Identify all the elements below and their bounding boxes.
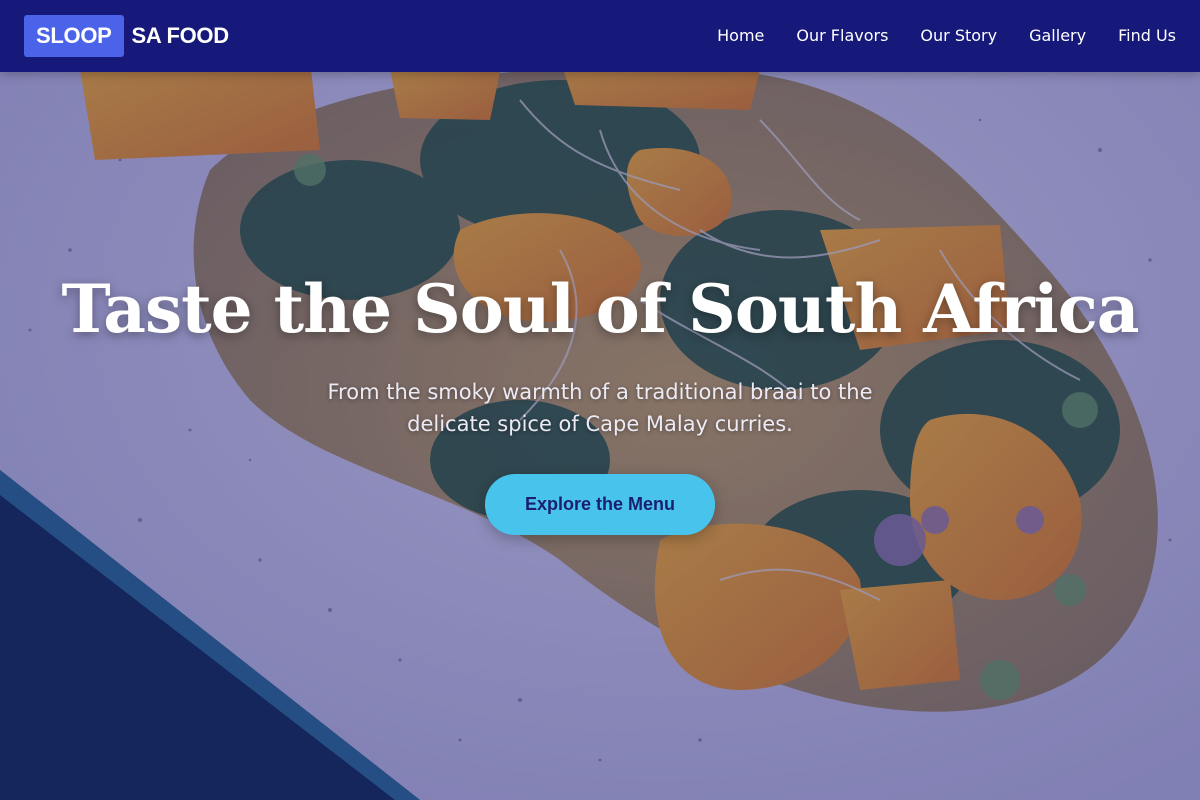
hero-title: Taste the Soul of South Africa (61, 270, 1139, 348)
nav-item-find-us: Find Us (1118, 26, 1176, 46)
nav-link-gallery[interactable]: Gallery (1029, 26, 1086, 45)
hero-subtitle: From the smoky warmth of a traditional b… (327, 380, 873, 436)
brand-badge: SLOOP (24, 15, 124, 57)
nav-item-home: Home (717, 26, 764, 46)
nav-link-our-story[interactable]: Our Story (920, 26, 997, 45)
brand-text: SA FOOD (131, 23, 230, 48)
nav-link-find-us[interactable]: Find Us (1118, 26, 1176, 45)
nav-item-our-story: Our Story (920, 26, 997, 46)
brand-logo[interactable]: SLOOP SA FOOD (24, 15, 229, 57)
nav-links: Home Our Flavors Our Story Gallery Find … (717, 26, 1176, 46)
nav-item-gallery: Gallery (1029, 26, 1086, 46)
top-navbar: SLOOP SA FOOD Home Our Flavors Our Story… (0, 0, 1200, 72)
explore-menu-button[interactable]: Explore the Menu (484, 474, 716, 535)
nav-link-our-flavors[interactable]: Our Flavors (796, 26, 888, 45)
nav-item-our-flavors: Our Flavors (796, 26, 888, 46)
hero-content: Taste the Soul of South Africa From the … (0, 270, 1200, 535)
nav-link-home[interactable]: Home (717, 26, 764, 45)
